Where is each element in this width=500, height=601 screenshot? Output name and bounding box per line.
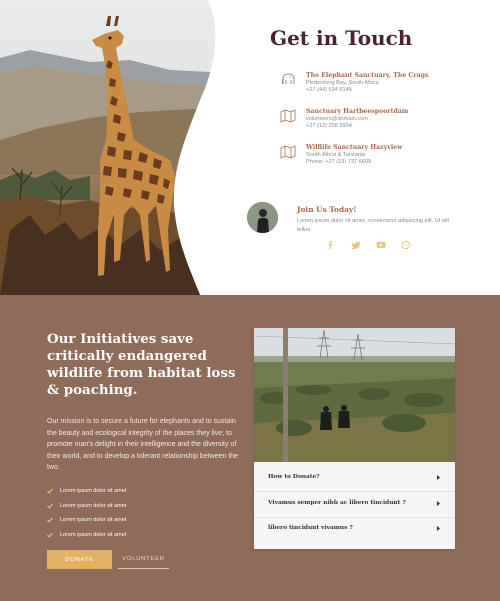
elephant-icon [281,73,295,85]
location-name: The Elephant Sanctuary, The Crags [306,72,429,79]
map-icon [280,109,296,123]
initiatives-body: Our mission is to secure a future for el… [47,418,239,472]
donate-button[interactable]: DONATE [47,550,112,569]
list-item: Lorem ipsum dolor sit amet [47,502,207,517]
facebook-icon[interactable] [326,237,336,249]
location-item: The Elephant Sanctuary, The Crags Plette… [280,72,485,106]
contact-section: Get in Touch The Elephant Sanctuary, The… [0,0,500,295]
check-icon [47,517,53,523]
initiatives-section: Our Initiatives save critically endanger… [0,295,500,601]
check-icon [47,488,53,494]
location-name: Wilflife Sanctuary Hazyview [306,144,403,151]
location-phone: +27 (44) 534 8145 [306,87,352,93]
faq-question: How to Donate? [268,474,320,480]
checklist: Lorem ipsum dolor sit amet Lorem ipsum d… [47,487,207,545]
check-icon [47,532,53,538]
location-name: Sanctuary Hartbeespoortdam [306,108,409,115]
whatsapp-icon[interactable] [401,237,411,250]
caret-right-icon [437,501,440,506]
location-address: Plettenberg Bay, South Africa [306,80,379,86]
faq-question: Vivamus semper nibh ac libero tincidunt … [268,500,406,506]
location-address: South Africa & Tanzania [306,152,366,158]
caret-right-icon [437,526,440,531]
volunteer-button[interactable]: VOLUNTEER [118,550,169,569]
join-text: Lorem ipsum dolor sit amet, consectetur … [297,218,450,233]
list-item: Lorem ipsum dolor sit amet [47,531,207,546]
join-title: Join Us Today! [297,205,357,214]
social-links [326,237,411,250]
rangers-field-image [254,328,455,462]
list-item: Lorem ipsum dolor sit amet [47,516,207,531]
location-phone: +27 (12) 258 9904 [306,123,352,129]
avatar [247,202,278,233]
location-email[interactable]: volunteers@domain.com [306,116,368,122]
check-icon [47,503,53,509]
caret-right-icon [437,475,440,480]
location-item: Sanctuary Hartbeespoortdam volunteers@do… [280,108,485,142]
list-item-label: Lorem ipsum dolor sit amet [60,531,127,538]
map-icon [280,145,296,159]
faq-item[interactable]: libero tincidunt vivamus ? [254,517,455,541]
youtube-icon[interactable] [376,237,386,248]
location-item: Wilflife Sanctuary Hazyview South Africa… [280,144,485,178]
initiatives-title: Our Initiatives save critically endanger… [47,331,236,398]
faq-item[interactable]: How to Donate? [254,466,455,490]
list-item: Lorem ipsum dolor sit amet [47,487,207,502]
faq-item[interactable]: Vivamus semper nibh ac libero tincidunt … [254,492,455,516]
faq-question: libero tincidunt vivamus ? [268,525,353,531]
list-item-label: Lorem ipsum dolor sit amet [60,517,127,523]
list-item-label: Lorem ipsum dolor sit amet [60,502,127,509]
giraffe-hero-image [0,0,216,295]
twitter-icon[interactable] [351,237,361,250]
page-title: Get in Touch [270,26,413,50]
faq-card: How to Donate? Vivamus semper nibh ac li… [254,328,455,549]
list-item-label: Lorem ipsum dolor sit amet [60,488,127,494]
person-silhouette-icon [247,202,278,233]
location-phone: Phone: +27 (13) 737 6609 [306,159,372,165]
